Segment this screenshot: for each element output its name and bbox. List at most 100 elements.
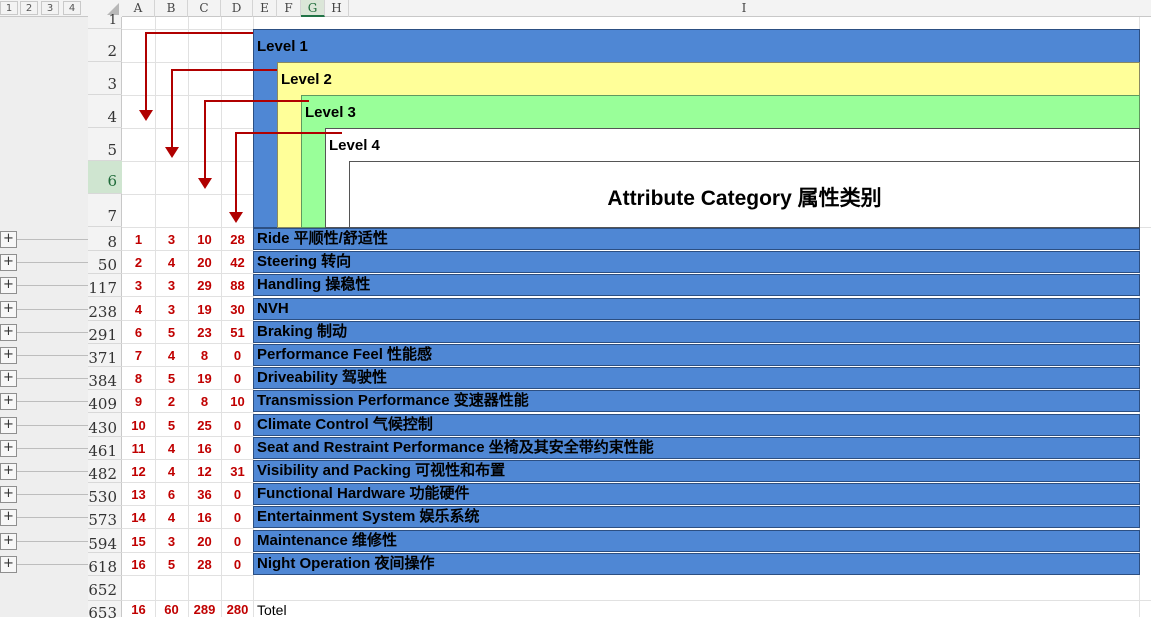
row-header-291[interactable]: 291 — [88, 321, 122, 344]
cell-c[interactable]: 8 — [188, 348, 221, 363]
cell-d[interactable]: 88 — [221, 278, 254, 293]
cell-b[interactable]: 3 — [155, 534, 188, 549]
row-header-461[interactable]: 461 — [88, 437, 122, 460]
category-bar[interactable]: Night Operation 夜间操作 — [253, 553, 1140, 575]
cell-b[interactable]: 4 — [155, 441, 188, 456]
cell-c[interactable]: 19 — [188, 371, 221, 386]
category-bar[interactable]: Maintenance 维修性 — [253, 530, 1140, 552]
column-header-g[interactable]: G — [301, 0, 325, 17]
outline-level-1-button[interactable]: 1 — [0, 1, 18, 15]
cell-d[interactable]: 0 — [221, 534, 254, 549]
cell-d[interactable]: 0 — [221, 510, 254, 525]
cell-c[interactable]: 29 — [188, 278, 221, 293]
column-header-b[interactable]: B — [155, 0, 188, 17]
row-header-384[interactable]: 384 — [88, 367, 122, 390]
row-header-652[interactable]: 652 — [88, 578, 122, 601]
cell-d[interactable]: 51 — [221, 325, 254, 340]
cell-a[interactable]: 8 — [122, 371, 155, 386]
cell-c[interactable]: 16 — [188, 510, 221, 525]
cell-c[interactable]: 10 — [188, 232, 221, 247]
expand-row-button[interactable]: + — [0, 393, 17, 410]
cell-d[interactable]: 10 — [221, 394, 254, 409]
cell-c[interactable]: 25 — [188, 418, 221, 433]
cell-a[interactable]: 4 — [122, 302, 155, 317]
total-cell-b[interactable]: 60 — [155, 602, 188, 617]
cell-c[interactable]: 12 — [188, 464, 221, 479]
row-header-2[interactable]: 2 — [88, 29, 122, 62]
total-cell-d[interactable]: 280 — [221, 602, 254, 617]
cell-a[interactable]: 13 — [122, 487, 155, 502]
cell-a[interactable]: 15 — [122, 534, 155, 549]
cell-b[interactable]: 3 — [155, 232, 188, 247]
cell-a[interactable]: 10 — [122, 418, 155, 433]
total-cell-c[interactable]: 289 — [188, 602, 221, 617]
category-bar[interactable]: Transmission Performance 变速器性能 — [253, 390, 1140, 412]
cell-a[interactable]: 12 — [122, 464, 155, 479]
cell-a[interactable]: 2 — [122, 255, 155, 270]
cell-b[interactable]: 5 — [155, 418, 188, 433]
cell-b[interactable]: 3 — [155, 278, 188, 293]
category-bar[interactable]: Performance Feel 性能感 — [253, 344, 1140, 366]
expand-row-button[interactable]: + — [0, 440, 17, 457]
cell-b[interactable]: 4 — [155, 348, 188, 363]
row-header-573[interactable]: 573 — [88, 506, 122, 529]
category-bar[interactable]: Functional Hardware 功能硬件 — [253, 483, 1140, 505]
expand-row-button[interactable]: + — [0, 231, 17, 248]
row-header-594[interactable]: 594 — [88, 530, 122, 553]
cell-c[interactable]: 36 — [188, 487, 221, 502]
expand-row-button[interactable]: + — [0, 509, 17, 526]
category-bar[interactable]: Visibility and Packing 可视性和布置 — [253, 460, 1140, 482]
total-label[interactable]: Totel — [257, 602, 287, 618]
cell-c[interactable]: 28 — [188, 557, 221, 572]
cell-d[interactable]: 0 — [221, 441, 254, 456]
cell-a[interactable]: 6 — [122, 325, 155, 340]
row-header-7[interactable]: 7 — [88, 194, 122, 227]
cell-d[interactable]: 0 — [221, 557, 254, 572]
outline-level-4-button[interactable]: 4 — [63, 1, 81, 15]
expand-row-button[interactable]: + — [0, 277, 17, 294]
category-bar[interactable]: Ride 平顺性/舒适性 — [253, 228, 1140, 250]
row-header-3[interactable]: 3 — [88, 62, 122, 95]
cell-d[interactable]: 42 — [221, 255, 254, 270]
category-bar[interactable]: Seat and Restraint Performance 坐椅及其安全带约束… — [253, 437, 1140, 459]
column-header-h[interactable]: H — [325, 0, 349, 17]
cell-a[interactable]: 7 — [122, 348, 155, 363]
category-bar[interactable]: Braking 制动 — [253, 321, 1140, 343]
category-bar[interactable]: Handling 操稳性 — [253, 274, 1140, 296]
cell-a[interactable]: 9 — [122, 394, 155, 409]
category-bar[interactable]: Entertainment System 娱乐系统 — [253, 506, 1140, 528]
cell-b[interactable]: 6 — [155, 487, 188, 502]
row-header-430[interactable]: 430 — [88, 414, 122, 437]
column-header-e[interactable]: E — [253, 0, 277, 17]
category-bar[interactable]: NVH — [253, 298, 1140, 320]
cell-d[interactable]: 0 — [221, 348, 254, 363]
cell-d[interactable]: 0 — [221, 371, 254, 386]
row-header-618[interactable]: 618 — [88, 553, 122, 576]
row-header-50[interactable]: 50 — [88, 251, 122, 274]
expand-row-button[interactable]: + — [0, 347, 17, 364]
row-header-238[interactable]: 238 — [88, 298, 122, 321]
expand-row-button[interactable]: + — [0, 301, 17, 318]
cell-a[interactable]: 1 — [122, 232, 155, 247]
column-header-f[interactable]: F — [277, 0, 301, 17]
column-header-d[interactable]: D — [221, 0, 253, 17]
cell-b[interactable]: 5 — [155, 325, 188, 340]
category-bar[interactable]: Climate Control 气候控制 — [253, 414, 1140, 436]
cell-b[interactable]: 3 — [155, 302, 188, 317]
total-cell-a[interactable]: 16 — [122, 602, 155, 617]
cell-d[interactable]: 30 — [221, 302, 254, 317]
expand-row-button[interactable]: + — [0, 486, 17, 503]
row-header-1[interactable]: 1 — [88, 14, 122, 29]
row-header-6[interactable]: 6 — [88, 161, 122, 194]
expand-row-button[interactable]: + — [0, 556, 17, 573]
row-header-371[interactable]: 371 — [88, 344, 122, 367]
cell-a[interactable]: 11 — [122, 441, 155, 456]
cell-c[interactable]: 16 — [188, 441, 221, 456]
cell-b[interactable]: 2 — [155, 394, 188, 409]
cell-b[interactable]: 4 — [155, 510, 188, 525]
row-header-8[interactable]: 8 — [88, 228, 122, 251]
cell-c[interactable]: 8 — [188, 394, 221, 409]
row-header-530[interactable]: 530 — [88, 483, 122, 506]
outline-level-2-button[interactable]: 2 — [20, 1, 38, 15]
row-header-409[interactable]: 409 — [88, 390, 122, 413]
